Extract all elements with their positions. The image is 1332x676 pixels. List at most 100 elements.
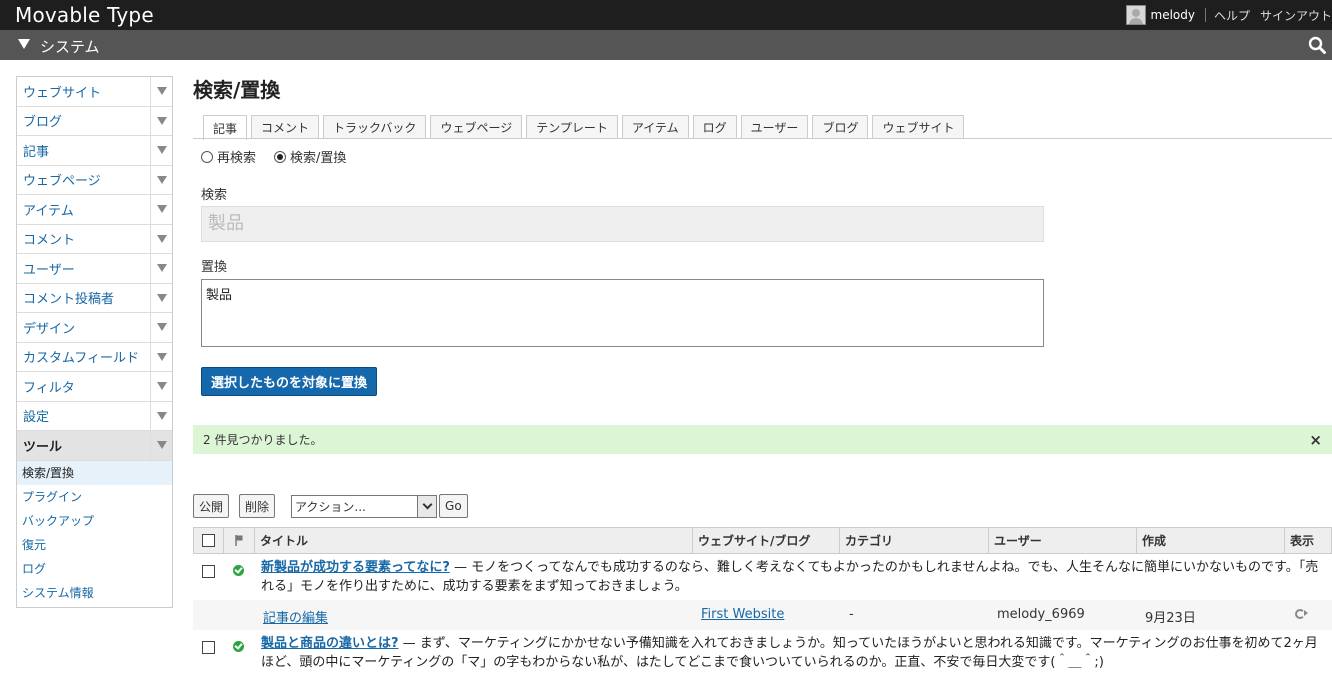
action-select[interactable]: アクション... [291, 495, 437, 518]
triangle-down-icon [157, 235, 167, 243]
tab-comments[interactable]: コメント [251, 115, 319, 139]
website-link[interactable]: First Website [701, 607, 784, 622]
edit-entry-link[interactable]: 記事の編集 [263, 611, 328, 626]
search-input[interactable]: 製品 [201, 206, 1044, 242]
expand-toggle[interactable] [150, 343, 172, 372]
triangle-down-icon [157, 294, 167, 302]
sidebar-item-users[interactable]: ユーザー [17, 254, 172, 284]
sidebar-item-label: カスタムフィールド [17, 347, 150, 366]
delete-button[interactable]: 削除 [239, 494, 275, 518]
expand-toggle[interactable] [150, 107, 172, 136]
tab-blogs[interactable]: ブログ [812, 115, 868, 139]
sidebar-item-label: ツール [17, 436, 150, 455]
tab-entries[interactable]: 記事 [203, 115, 247, 140]
search-replace-option[interactable]: 検索/置換 [274, 147, 346, 166]
sidebar-item-website[interactable]: ウェブサイト [17, 77, 172, 107]
column-header-user[interactable]: ユーザー [989, 528, 1137, 553]
separator [1205, 8, 1206, 22]
go-button[interactable]: Go [439, 494, 468, 518]
research-radio[interactable] [201, 151, 213, 163]
tab-users[interactable]: ユーザー [741, 115, 809, 139]
sidebar-item-blog[interactable]: ブログ [17, 107, 172, 137]
search-icon[interactable] [1308, 36, 1326, 54]
app-logo[interactable]: Movable Type [15, 3, 154, 27]
entry-summary: 製品と商品の違いとは? — まず、マーケティングにかかせない予備知識を入れておき… [253, 634, 1332, 672]
expand-toggle[interactable] [150, 225, 172, 254]
row-checkbox[interactable] [202, 641, 215, 654]
close-icon[interactable]: × [1309, 431, 1322, 449]
result-message: 2 件見つかりました。 × [193, 425, 1332, 454]
expand-toggle[interactable] [150, 195, 172, 224]
search-replace-radio[interactable] [274, 151, 286, 163]
tab-trackbacks[interactable]: トラックバック [323, 115, 426, 139]
select-all-checkbox[interactable] [202, 534, 215, 547]
entry-excerpt: — まず、マーケティングにかかせない予備知識を入れておきましょうか。知っていたほ… [261, 636, 1318, 670]
expand-toggle[interactable] [150, 77, 172, 106]
sidebar-item-label: アイテム [17, 200, 150, 219]
expand-toggle[interactable] [150, 284, 172, 313]
sidebar-item-label: 記事 [17, 141, 150, 160]
sidebar-item-comments[interactable]: コメント [17, 225, 172, 255]
sidebar-item-label: コメント投稿者 [17, 288, 150, 307]
tab-divider [193, 138, 1332, 139]
triangle-down-icon [157, 117, 167, 125]
submenu-item-search-replace[interactable]: 検索/置換 [17, 461, 172, 485]
expand-toggle[interactable] [150, 372, 172, 401]
help-link[interactable]: ヘルプ [1214, 7, 1250, 24]
sidebar-item-tools[interactable]: ツール [17, 431, 172, 461]
expand-toggle[interactable] [150, 402, 172, 431]
column-header-website-blog[interactable]: ウェブサイト/ブログ [693, 528, 840, 553]
sidebar-item-design[interactable]: デザイン [17, 313, 172, 343]
triangle-down-icon [157, 412, 167, 420]
entry-meta-row: 記事の編集 First Website - melody_6969 9月23日 [193, 600, 1332, 630]
sidebar-item-assets[interactable]: アイテム [17, 195, 172, 225]
submenu-item-plugins[interactable]: プラグイン [17, 485, 172, 509]
context-menu-toggle-icon[interactable] [18, 39, 30, 49]
expand-toggle[interactable] [150, 136, 172, 165]
sidebar-item-filters[interactable]: フィルタ [17, 372, 172, 402]
publish-button[interactable]: 公開 [193, 494, 229, 518]
expand-toggle[interactable] [150, 313, 172, 342]
results-table: タイトル ウェブサイト/ブログ カテゴリ ユーザー 作成 表示 新製品が成功する… [193, 527, 1332, 676]
signout-link[interactable]: サインアウト [1260, 7, 1332, 24]
entry-title-link[interactable]: 製品と商品の違いとは? [261, 636, 399, 651]
sidebar-item-commenters[interactable]: コメント投稿者 [17, 284, 172, 314]
expand-toggle[interactable] [150, 166, 172, 195]
avatar[interactable] [1126, 5, 1146, 25]
replace-selected-button[interactable]: 選択したものを対象に置換 [201, 367, 377, 396]
tab-webpages[interactable]: ウェブページ [430, 115, 522, 139]
column-header-created[interactable]: 作成 [1137, 528, 1285, 553]
context-title[interactable]: システム [40, 36, 100, 57]
table-row: 新製品が成功する要素ってなに? — モノをつくってなんでも成功するのなら、難しく… [193, 554, 1332, 630]
table-header: タイトル ウェブサイト/ブログ カテゴリ ユーザー 作成 表示 [193, 527, 1332, 554]
user-name-link[interactable]: melody [1151, 8, 1195, 22]
sidebar-item-webpages[interactable]: ウェブページ [17, 166, 172, 196]
column-header-title[interactable]: タイトル [255, 528, 693, 553]
tab-logs[interactable]: ログ [693, 115, 737, 139]
row-checkbox[interactable] [202, 565, 215, 578]
submenu-item-restore[interactable]: 復元 [17, 533, 172, 557]
tab-templates[interactable]: テンプレート [526, 115, 618, 139]
sidebar-item-settings[interactable]: 設定 [17, 402, 172, 432]
view-icon[interactable] [1295, 609, 1305, 619]
page-title: 検索/置換 [193, 74, 280, 103]
submenu-item-log[interactable]: ログ [17, 557, 172, 581]
sidebar-item-entries[interactable]: 記事 [17, 136, 172, 166]
tab-assets[interactable]: アイテム [622, 115, 689, 139]
status-column-header[interactable] [224, 528, 255, 553]
submenu-item-system-info[interactable]: システム情報 [17, 581, 172, 605]
entry-title-link[interactable]: 新製品が成功する要素ってなに? [261, 560, 450, 575]
tab-websites[interactable]: ウェブサイト [872, 115, 964, 139]
expand-toggle[interactable] [150, 431, 172, 460]
sidebar-item-custom-fields[interactable]: カスタムフィールド [17, 343, 172, 373]
research-option[interactable]: 再検索 [201, 147, 256, 166]
column-header-view[interactable]: 表示 [1285, 528, 1331, 553]
replace-input[interactable]: 製品 [201, 279, 1044, 347]
sidebar-item-label: デザイン [17, 318, 150, 337]
submenu-item-backup[interactable]: バックアップ [17, 509, 172, 533]
column-header-category[interactable]: カテゴリ [840, 528, 989, 553]
expand-toggle[interactable] [150, 254, 172, 283]
search-replace-label: 検索/置換 [290, 147, 346, 166]
sidebar-menu: ウェブサイト ブログ 記事 ウェブページ アイテム コメント ユーザー コメント… [16, 76, 173, 608]
action-select-value: アクション... [295, 498, 366, 515]
